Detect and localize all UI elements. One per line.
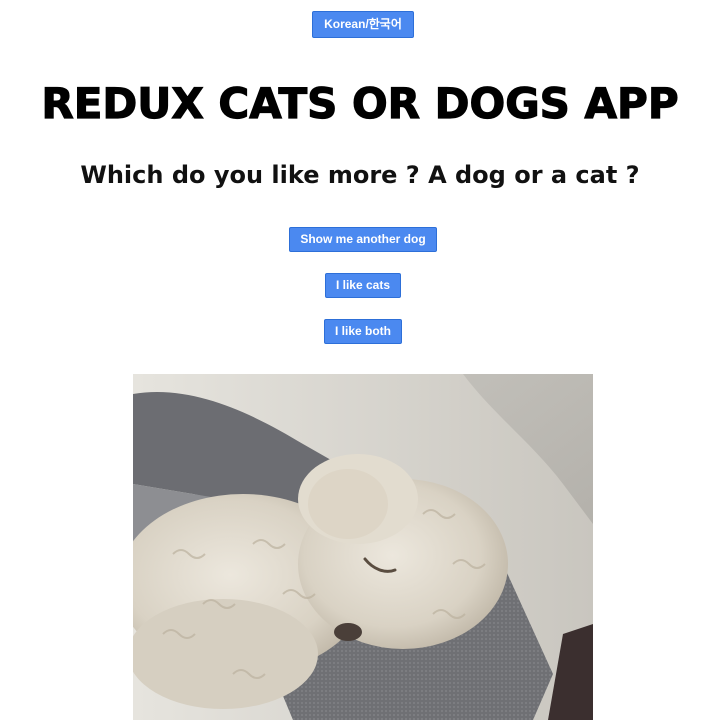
page-title: REDUX CATS OR DOGS APP [41, 78, 679, 128]
dog-photo [133, 374, 593, 720]
like-both-button[interactable]: I like both [324, 319, 402, 344]
question-text: Which do you like more ? A dog or a cat … [80, 161, 640, 189]
like-cats-button[interactable]: I like cats [325, 273, 401, 298]
language-toggle-button[interactable]: Korean/한국어 [312, 11, 414, 38]
show-another-dog-button[interactable]: Show me another dog [289, 227, 437, 252]
